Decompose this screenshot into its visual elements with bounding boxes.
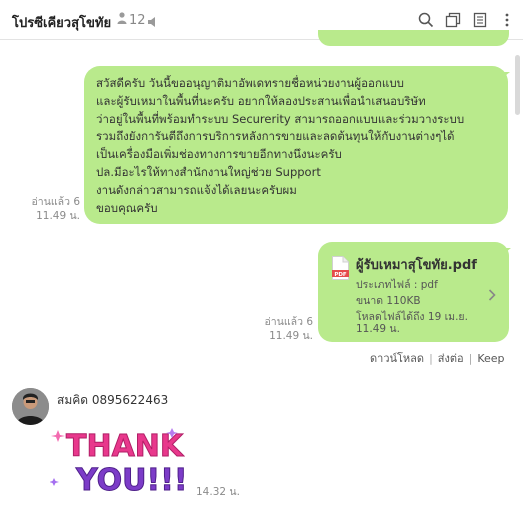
sparkle-icon [49, 478, 59, 486]
mute-icon[interactable] [147, 13, 159, 32]
chat-title[interactable]: โปรซีเคียวสุโขทัย [12, 12, 111, 33]
file-actions: ดาวน์โหลด | ส่งต่อ | Keep [370, 349, 505, 367]
pdf-icon[interactable]: PDF [332, 256, 349, 280]
chevron-right-icon[interactable] [487, 287, 497, 301]
message-line: และผู้รับเหมาในพื้นที่นะครับ อยากให้ลองป… [96, 93, 426, 108]
download-link[interactable]: ดาวน์โหลด [370, 352, 424, 365]
menu-icon[interactable] [499, 12, 515, 28]
copy-icon[interactable] [445, 12, 461, 28]
share-link[interactable]: ส่งต่อ [438, 352, 464, 365]
member-count[interactable]: 12 [117, 12, 146, 28]
divider: | [429, 352, 433, 365]
message-time: 11.49 น. [36, 210, 80, 222]
message-meta: อ่านแล้ว 6 11.49 น. [20, 195, 81, 223]
message-bubble[interactable]: สวัสดีครับ วันนี้ขออนุญาติมาอัพเดทรายชื่… [84, 66, 508, 224]
member-count-value: 12 [129, 13, 146, 28]
sticker-text: THANK [66, 429, 185, 464]
message-time: 11.49 น. [269, 330, 313, 342]
search-icon[interactable] [418, 12, 434, 28]
notes-icon[interactable] [472, 12, 488, 28]
bubble-tail [500, 72, 510, 80]
file-name[interactable]: ผู้รับเหมาสุโขทัย.pdf [356, 254, 477, 275]
avatar[interactable] [12, 388, 49, 425]
bubble-tail [501, 248, 511, 256]
file-size: ขนาด 110KB [356, 295, 421, 307]
svg-text:PDF: PDF [334, 272, 347, 278]
scrollbar-thumb[interactable] [515, 55, 520, 115]
person-icon [117, 12, 127, 28]
message-line: สวัสดีครับ วันนี้ขออนุญาติมาอัพเดทรายชื่… [96, 76, 404, 90]
message-line: รวมถึงยังการันตีถึงการบริการหลังการขายแล… [96, 129, 455, 144]
thank-you-sticker[interactable]: THANK THANK YOU!!! YOU!!! [49, 420, 191, 501]
message-line: ว่าอยู่ในพื้นที่พร้อมทำระบบ Securerity ส… [96, 111, 465, 126]
sticker-time: 14.32 น. [196, 486, 240, 498]
read-status: อ่านแล้ว 6 [264, 316, 314, 328]
file-type: ประเภทไฟล์ : pdf [356, 279, 438, 291]
sparkle-icon [51, 430, 65, 442]
sticker-text: YOU!!! [75, 463, 185, 498]
keep-link[interactable]: Keep [477, 352, 504, 365]
message-line: เป็นเครื่องมือเพิ่มช่องทางการขายอีกทางนึ… [96, 147, 342, 162]
file-message-meta: อ่านแล้ว 6 11.49 น. [250, 315, 314, 343]
divider: | [468, 352, 473, 365]
message-line: ปล.มีอะไรให้ทางสำนักงานใหญ่ช่วย Support [96, 164, 321, 179]
message-line: ขอบคุณครับ [96, 200, 158, 215]
file-expiry-time: 11.49 น. [356, 323, 400, 335]
message-line: งานดังกล่าวสามารถแจ้งได้เลยนะครับผม [96, 182, 297, 197]
previous-message-bubble[interactable] [318, 30, 509, 46]
sender-name[interactable]: สมคิด 0895622463 [57, 391, 168, 410]
read-status: อ่านแล้ว 6 [31, 196, 81, 208]
